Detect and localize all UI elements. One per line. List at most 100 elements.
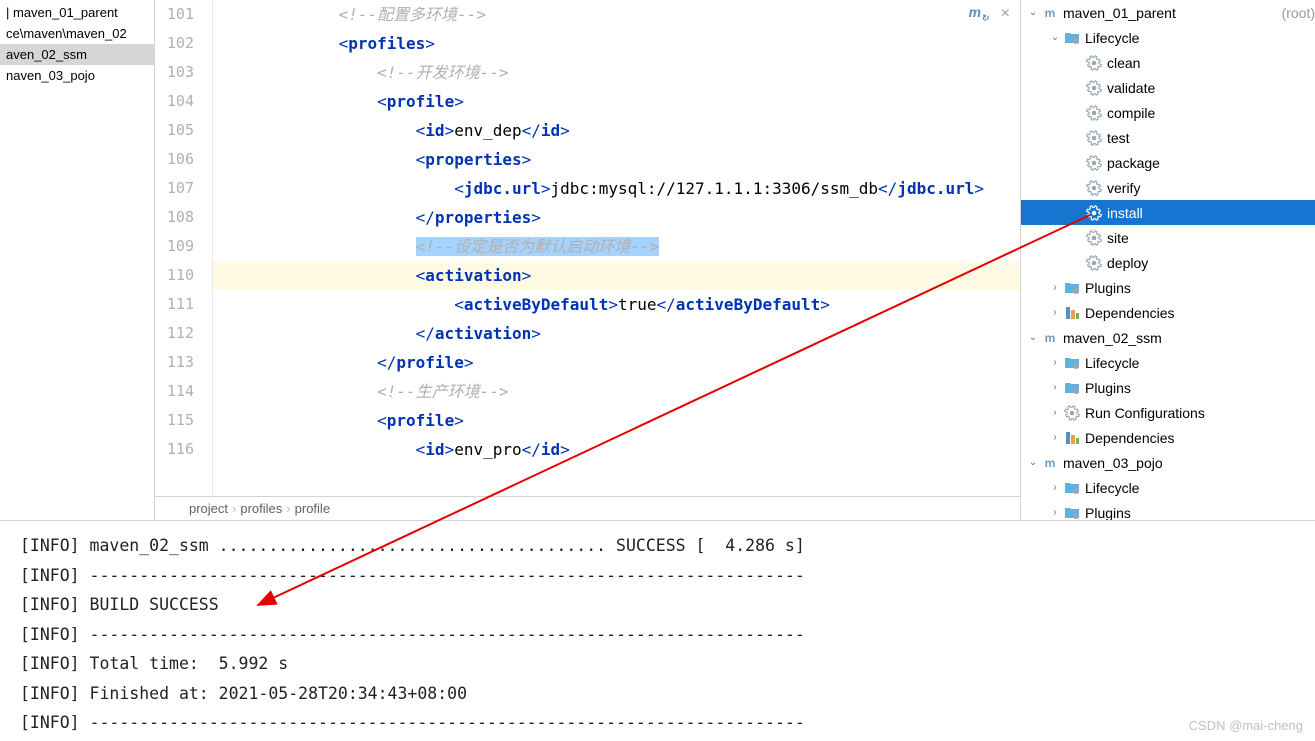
breadcrumb-item[interactable]: profile — [295, 501, 330, 516]
tree-label: Lifecycle — [1085, 480, 1315, 496]
chevron-down-icon[interactable]: ⌄ — [1025, 332, 1041, 343]
code-line[interactable]: <!--生产环境--> — [213, 377, 1020, 406]
chevron-down-icon[interactable]: ⌄ — [1047, 32, 1063, 43]
line-number: 113 — [155, 348, 194, 377]
folder-icon — [1063, 29, 1081, 47]
maven-goal-deploy[interactable]: deploy — [1021, 250, 1315, 275]
code-area[interactable]: <!--配置多环境--> <profiles> <!--开发环境--> <pro… — [213, 0, 1020, 496]
gear-icon — [1085, 154, 1103, 172]
project-panel: | maven_01_parentce\maven\maven_02aven_0… — [0, 0, 155, 520]
chevron-right-icon[interactable]: › — [1047, 307, 1063, 318]
chevron-right-icon[interactable]: › — [1047, 432, 1063, 443]
line-number: 103 — [155, 58, 194, 87]
maven-module-icon: m — [1041, 4, 1059, 22]
gear-icon — [1085, 204, 1103, 222]
maven-goal-clean[interactable]: clean — [1021, 50, 1315, 75]
code-line[interactable]: </activation> — [213, 319, 1020, 348]
dependencies-icon — [1063, 304, 1081, 322]
code-line[interactable]: <id>env_dep</id> — [213, 116, 1020, 145]
maven-reload-icon[interactable]: m↻ — [969, 4, 989, 24]
line-number: 114 — [155, 377, 194, 406]
code-line[interactable]: <profiles> — [213, 29, 1020, 58]
folder-icon — [1063, 479, 1081, 497]
folder-icon — [1063, 504, 1081, 521]
gear-icon — [1085, 179, 1103, 197]
gear-icon — [1085, 79, 1103, 97]
chevron-right-icon[interactable]: › — [1047, 507, 1063, 518]
code-line[interactable]: <jdbc.url>jdbc:mysql://127.1.1.1:3306/ss… — [213, 174, 1020, 203]
project-item[interactable]: aven_02_ssm — [0, 44, 154, 65]
breadcrumb-item[interactable]: profiles — [240, 501, 282, 516]
chevron-down-icon[interactable]: ⌄ — [1025, 7, 1041, 18]
tree-label: validate — [1107, 80, 1315, 96]
maven-node-lifecycle[interactable]: ⌄Lifecycle — [1021, 25, 1315, 50]
code-line[interactable]: <profile> — [213, 87, 1020, 116]
maven-node-lifecycle[interactable]: › Lifecycle — [1021, 350, 1315, 375]
code-line[interactable]: <!--开发环境--> — [213, 58, 1020, 87]
chevron-right-icon[interactable]: › — [1047, 357, 1063, 368]
tree-label: Run Configurations — [1085, 405, 1315, 421]
folder-icon — [1063, 354, 1081, 372]
maven-node-plugins[interactable]: ›Plugins — [1021, 375, 1315, 400]
code-line[interactable]: <!--设定是否为默认启动环境--> — [213, 232, 1020, 261]
tree-label: compile — [1107, 105, 1315, 121]
gear-icon — [1085, 254, 1103, 272]
code-line[interactable]: </profile> — [213, 348, 1020, 377]
maven-node-lifecycle[interactable]: › Lifecycle — [1021, 475, 1315, 500]
tree-label: site — [1107, 230, 1315, 246]
code-line[interactable]: <id>env_pro</id> — [213, 435, 1020, 464]
line-number: 101 — [155, 0, 194, 29]
tree-label: test — [1107, 130, 1315, 146]
code-line[interactable]: <!--配置多环境--> — [213, 0, 1020, 29]
chevron-down-icon[interactable]: ⌄ — [1025, 457, 1041, 468]
tree-label: Lifecycle — [1085, 355, 1315, 371]
maven-node-plugins[interactable]: ›Plugins — [1021, 275, 1315, 300]
maven-goal-verify[interactable]: verify — [1021, 175, 1315, 200]
build-console[interactable]: [INFO] maven_02_ssm ....................… — [0, 520, 1315, 741]
project-item[interactable]: | maven_01_parent — [0, 2, 154, 23]
maven-goal-Run Configurations[interactable]: › Run Configurations — [1021, 400, 1315, 425]
tree-label: verify — [1107, 180, 1315, 196]
maven-goal-site[interactable]: site — [1021, 225, 1315, 250]
maven-node-maven_01_parent[interactable]: ⌄mmaven_01_parent (root) — [1021, 0, 1315, 25]
chevron-right-icon: › — [282, 501, 294, 516]
code-line[interactable]: </properties> — [213, 203, 1020, 232]
line-number: 109 — [155, 232, 194, 261]
editor: m↻ × 10110210310410510610710810911011111… — [155, 0, 1020, 520]
line-number: 108 — [155, 203, 194, 232]
maven-module-icon: m — [1041, 329, 1059, 347]
chevron-right-icon[interactable]: › — [1047, 382, 1063, 393]
chevron-right-icon: › — [228, 501, 240, 516]
maven-goal-install[interactable]: install — [1021, 200, 1315, 225]
maven-node-plugins[interactable]: ›Plugins — [1021, 500, 1315, 520]
code-line[interactable]: <activeByDefault>true</activeByDefault> — [213, 290, 1020, 319]
breadcrumb[interactable]: project›profiles›profile — [155, 496, 1020, 520]
maven-goal-compile[interactable]: compile — [1021, 100, 1315, 125]
tree-label: maven_02_ssm — [1063, 330, 1315, 346]
project-item[interactable]: ce\maven\maven_02 — [0, 23, 154, 44]
maven-module-icon: m — [1041, 454, 1059, 472]
maven-goal-package[interactable]: package — [1021, 150, 1315, 175]
chevron-right-icon[interactable]: › — [1047, 482, 1063, 493]
maven-node-maven_03_pojo[interactable]: ⌄mmaven_03_pojo — [1021, 450, 1315, 475]
line-number: 116 — [155, 435, 194, 464]
code-line[interactable]: <properties> — [213, 145, 1020, 174]
tree-label: package — [1107, 155, 1315, 171]
project-item[interactable]: naven_03_pojo — [0, 65, 154, 86]
maven-node-dependencies[interactable]: ›Dependencies — [1021, 300, 1315, 325]
breadcrumb-item[interactable]: project — [189, 501, 228, 516]
maven-goal-test[interactable]: test — [1021, 125, 1315, 150]
gear-icon — [1063, 404, 1081, 422]
chevron-right-icon[interactable]: › — [1047, 282, 1063, 293]
chevron-right-icon[interactable]: › — [1047, 407, 1063, 418]
maven-node-dependencies[interactable]: ›Dependencies — [1021, 425, 1315, 450]
maven-goal-validate[interactable]: validate — [1021, 75, 1315, 100]
line-number: 115 — [155, 406, 194, 435]
tree-label: clean — [1107, 55, 1315, 71]
close-icon[interactable]: × — [1001, 5, 1010, 23]
folder-icon — [1063, 379, 1081, 397]
code-line[interactable]: <profile> — [213, 406, 1020, 435]
code-line[interactable]: <activation> — [213, 261, 1020, 290]
line-number: 107 — [155, 174, 194, 203]
maven-node-maven_02_ssm[interactable]: ⌄mmaven_02_ssm — [1021, 325, 1315, 350]
